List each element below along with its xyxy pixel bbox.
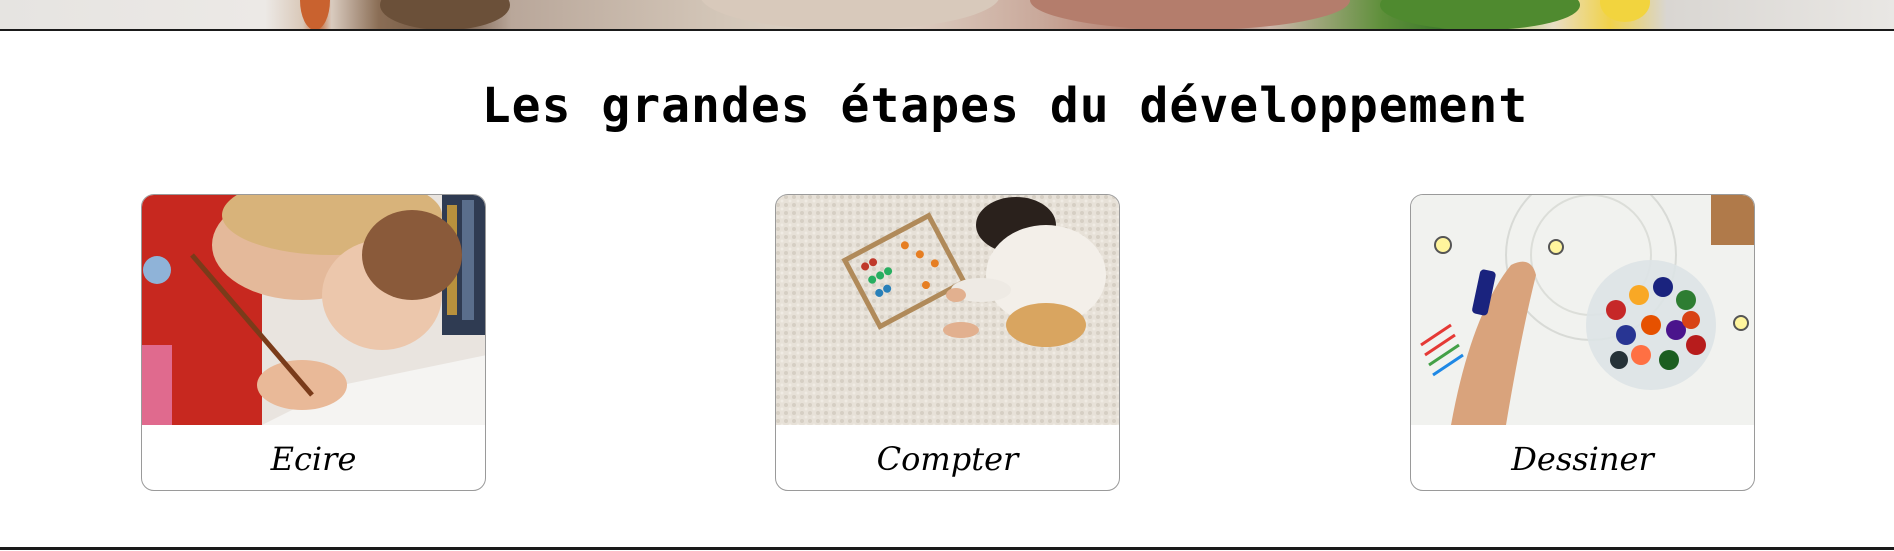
children-writing-photo	[142, 195, 485, 425]
card-label: Dessiner	[1511, 439, 1654, 478]
bottom-divider	[0, 547, 1894, 550]
crayons-drawing-photo	[1411, 195, 1754, 425]
card-label: Compter	[876, 439, 1019, 478]
card-compter[interactable]: Compter	[775, 194, 1120, 491]
card-dessiner[interactable]: Dessiner	[1410, 194, 1755, 491]
card-ecrire[interactable]: Ecire	[141, 194, 486, 491]
child-abacus-photo	[776, 195, 1119, 425]
top-divider	[0, 29, 1894, 31]
hero-banner-image	[0, 0, 1894, 29]
card-label: Ecire	[270, 439, 357, 478]
section-title: Les grandes étapes du développement	[481, 78, 1529, 134]
